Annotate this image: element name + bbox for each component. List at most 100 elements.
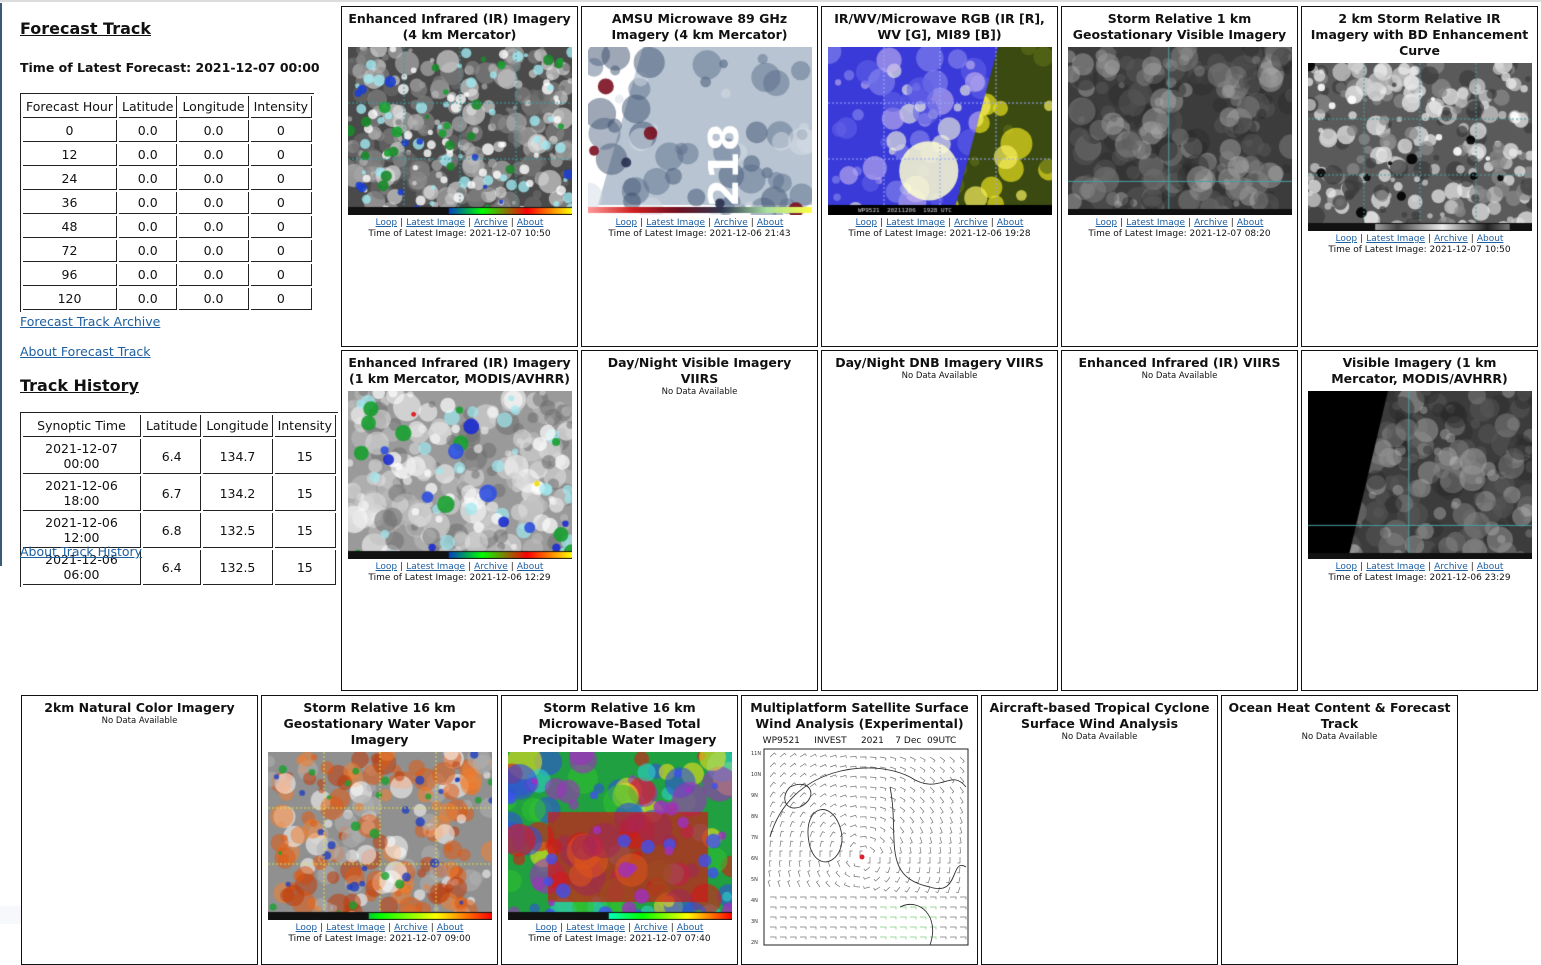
about-link[interactable]: About [1477, 234, 1504, 244]
product-title: AMSU Microwave 89 GHz Imagery (4 km Merc… [611, 11, 788, 42]
product-panel: Day/Night DNB Imagery VIIRS No Data Avail… [821, 350, 1058, 691]
no-data-label: No Data Available [101, 716, 178, 726]
table-cell: 132.5 [203, 550, 273, 585]
ir-4km-image[interactable] [347, 47, 572, 215]
product-title: Day/Night Visible Imagery VIIRS [607, 355, 792, 386]
latest-image-time: Time of Latest Image: 2021-12-06 21:43 [608, 229, 791, 239]
loop-link[interactable]: Loop [536, 923, 558, 933]
archive-link[interactable]: Archive [1194, 218, 1228, 228]
product-panel: Enhanced Infrared (IR) VIIRS No Data Avai… [1061, 350, 1298, 691]
ir-1km-image[interactable] [347, 391, 572, 559]
archive-link[interactable]: Archive [1434, 234, 1468, 244]
latest-image-link[interactable]: Latest Image [406, 218, 465, 228]
wind-analysis-image[interactable]: WP9521 INVEST 2021 7 Dec 09UTC 11N 10N 9N 8N… [750, 735, 970, 947]
table-cell: 2021-12-07 00:00 [23, 439, 141, 474]
amsu-89ghz-image[interactable] [587, 47, 812, 215]
latest-image-link[interactable]: Latest Image [646, 218, 705, 228]
product-image[interactable] [1307, 63, 1532, 231]
archive-link[interactable]: Archive [1434, 562, 1468, 572]
loop-link[interactable]: Loop [1096, 218, 1118, 228]
product-image[interactable] [827, 47, 1052, 215]
tpw-image[interactable] [507, 752, 732, 920]
bd-ir-image[interactable] [1307, 63, 1532, 231]
product-panel: Storm Relative 16 km Microwave-Based Tot… [501, 695, 738, 965]
table-cell: 0.0 [179, 288, 249, 310]
product-panel: Aircraft-based Tropical Cyclone Surface … [981, 695, 1218, 965]
about-forecast-track-link[interactable]: About Forecast Track [20, 344, 151, 359]
latest-image-link[interactable]: Latest Image [886, 218, 945, 228]
column-header: Forecast Hour [23, 96, 117, 118]
column-header: Synoptic Time [23, 415, 141, 437]
latest-image-time: Time of Latest Image: 2021-12-06 12:29 [368, 573, 551, 583]
product-image[interactable] [347, 391, 572, 559]
table-cell: 120 [23, 288, 117, 310]
product-links: Loop | Latest Image | Archive | About [342, 562, 577, 573]
rgb-composite-image[interactable] [827, 47, 1052, 215]
table-cell: 2021-12-06 12:00 [23, 513, 141, 548]
latest-image-link[interactable]: Latest Image [1126, 218, 1185, 228]
column-header: Longitude [203, 415, 273, 437]
about-link[interactable]: About [517, 562, 544, 572]
about-link[interactable]: About [677, 923, 704, 933]
latest-image-link[interactable]: Latest Image [326, 923, 385, 933]
table-cell: 12 [23, 144, 117, 166]
loop-link[interactable]: Loop [856, 218, 878, 228]
latest-image-link[interactable]: Latest Image [1366, 562, 1425, 572]
archive-link[interactable]: Archive [474, 218, 508, 228]
link-separator: | [1120, 218, 1124, 228]
latest-image-link[interactable]: Latest Image [1366, 234, 1425, 244]
table-cell: 0 [250, 192, 313, 214]
latest-image-link[interactable]: Latest Image [406, 562, 465, 572]
link-separator: | [510, 562, 514, 572]
table-cell: 0.0 [179, 240, 249, 262]
loop-link[interactable]: Loop [376, 562, 398, 572]
loop-link[interactable]: Loop [296, 923, 318, 933]
link-separator: | [880, 218, 884, 228]
about-link[interactable]: About [517, 218, 544, 228]
archive-link[interactable]: Archive [394, 923, 428, 933]
table-cell: 24 [23, 168, 117, 190]
archive-link[interactable]: Archive [714, 218, 748, 228]
table-cell: 2021-12-06 18:00 [23, 476, 141, 511]
product-image[interactable] [587, 47, 812, 215]
loop-link[interactable]: Loop [1336, 234, 1358, 244]
about-link[interactable]: About [1477, 562, 1504, 572]
link-separator: | [400, 218, 404, 228]
archive-link[interactable]: Archive [474, 562, 508, 572]
loop-link[interactable]: Loop [1336, 562, 1358, 572]
visible-1km-image[interactable] [1067, 47, 1292, 215]
table-row: 2021-12-07 00:00 6.4 134.7 15 [23, 439, 336, 474]
product-image[interactable] [267, 752, 492, 920]
archive-link[interactable]: Archive [634, 923, 668, 933]
table-cell: 134.2 [203, 476, 273, 511]
lat-tick-label: 6N [751, 856, 758, 862]
table-cell: 0.0 [179, 216, 249, 238]
table-cell: 0.0 [179, 144, 249, 166]
column-header: Intensity [250, 96, 313, 118]
no-data-label: No Data Available [1301, 732, 1378, 742]
about-link[interactable]: About [997, 218, 1024, 228]
product-image[interactable] [1067, 47, 1292, 215]
lat-tick-label: 8N [751, 814, 758, 820]
loop-link[interactable]: Loop [616, 218, 638, 228]
product-title: Aircraft-based Tropical Cyclone Surface … [989, 700, 1210, 731]
about-track-history-link[interactable]: About Track History [20, 544, 142, 559]
latest-image-link[interactable]: Latest Image [566, 923, 625, 933]
loop-link[interactable]: Loop [376, 218, 398, 228]
table-cell: 0 [250, 240, 313, 262]
table-row: 48 0.0 0.0 0 [23, 216, 313, 238]
product-links: Loop | Latest Image | Archive | About [262, 923, 497, 934]
visible-modis-image[interactable] [1307, 391, 1532, 559]
water-vapor-image[interactable] [267, 752, 492, 920]
about-link[interactable]: About [1237, 218, 1264, 228]
archive-link[interactable]: Archive [954, 218, 988, 228]
product-image[interactable] [347, 47, 572, 215]
product-image[interactable] [1307, 391, 1532, 559]
about-link[interactable]: About [437, 923, 464, 933]
product-panel: Storm Relative 1 km Geostationary Visibl… [1061, 6, 1298, 347]
table-cell: 15 [274, 476, 336, 511]
product-image[interactable] [507, 752, 732, 920]
forecast-track-archive-link[interactable]: Forecast Track Archive [20, 314, 160, 329]
about-link[interactable]: About [757, 218, 784, 228]
table-row: 0 0.0 0.0 0 [23, 120, 313, 142]
